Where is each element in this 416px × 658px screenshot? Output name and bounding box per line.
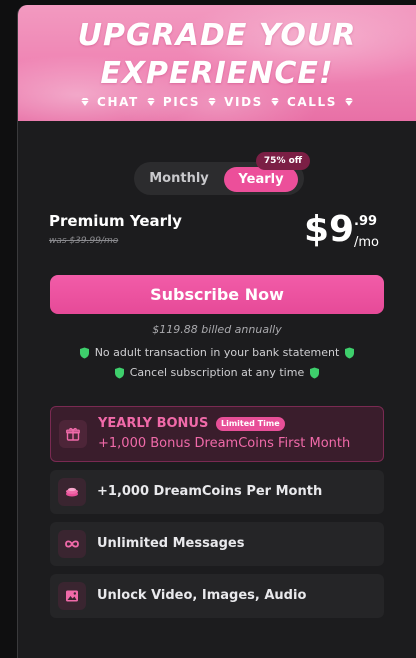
tab-yearly[interactable]: Yearly: [224, 167, 298, 192]
discount-badge: 75% off: [256, 152, 310, 170]
feature-label: +1,000 DreamCoins Per Month: [97, 484, 323, 499]
hero-title-line-1: UPGRADE YOUR: [77, 18, 357, 53]
hero-tags: CHAT PICS VIDS CALLS: [18, 95, 416, 109]
assurance-cancel-anytime: Cancel subscription at any time: [18, 366, 416, 379]
gem-icon: [81, 98, 90, 106]
shield-icon: [310, 367, 320, 378]
feature-label: Unlock Video, Images, Audio: [97, 588, 307, 603]
price-period: /mo: [354, 235, 379, 250]
limited-time-badge: Limited Time: [216, 417, 285, 431]
tag-pics: PICS: [162, 95, 201, 109]
hero-title-line-2: EXPERIENCE!: [100, 56, 334, 91]
tag-calls: CALLS: [286, 95, 337, 109]
bonus-title: YEARLY BONUS: [98, 416, 209, 431]
plan-was-price: was $39.99/mo: [49, 236, 119, 246]
hero-title: UPGRADE YOUR EXPERIENCE!: [18, 17, 416, 93]
infinity-icon: [58, 530, 86, 558]
assurance-label: No adult transaction in your bank statem…: [94, 346, 340, 359]
tag-chat: CHAT: [97, 95, 139, 109]
assurance-bank-statement: No adult transaction in your bank statem…: [18, 346, 416, 359]
gem-icon: [146, 98, 155, 106]
billed-annually-text: $119.88 billed annually: [152, 323, 282, 336]
yearly-bonus-card: YEARLY BONUS Limited Time +1,000 Bonus D…: [50, 406, 384, 462]
price-main: $9: [304, 209, 355, 250]
hero-banner: UPGRADE YOUR EXPERIENCE! CHAT PICS VIDS …: [18, 5, 416, 121]
feature-unlimited-messages: Unlimited Messages: [50, 522, 384, 566]
feature-unlock-media: Unlock Video, Images, Audio: [50, 574, 384, 618]
gift-icon: [59, 420, 87, 448]
subscribe-button[interactable]: Subscribe Now: [50, 275, 384, 314]
tag-vids: VIDS: [224, 95, 263, 109]
tab-monthly[interactable]: Monthly: [140, 162, 218, 195]
shield-icon: [114, 367, 124, 378]
plan-name: Premium Yearly: [49, 212, 182, 230]
feature-dreamcoins: +1,000 DreamCoins Per Month: [50, 470, 384, 514]
feature-label: Unlimited Messages: [97, 536, 245, 551]
bonus-description: +1,000 Bonus DreamCoins First Month: [98, 436, 351, 451]
assurance-label: Cancel subscription at any time: [129, 366, 305, 379]
gem-icon: [208, 98, 217, 106]
gem-icon: [344, 98, 353, 106]
gem-icon: [270, 98, 279, 106]
upgrade-modal: UPGRADE YOUR EXPERIENCE! CHAT PICS VIDS …: [17, 5, 416, 658]
shield-icon: [79, 347, 89, 358]
shield-icon: [345, 347, 355, 358]
coins-icon: [58, 478, 86, 506]
price-cents: .99: [354, 214, 378, 229]
image-icon: [58, 582, 86, 610]
